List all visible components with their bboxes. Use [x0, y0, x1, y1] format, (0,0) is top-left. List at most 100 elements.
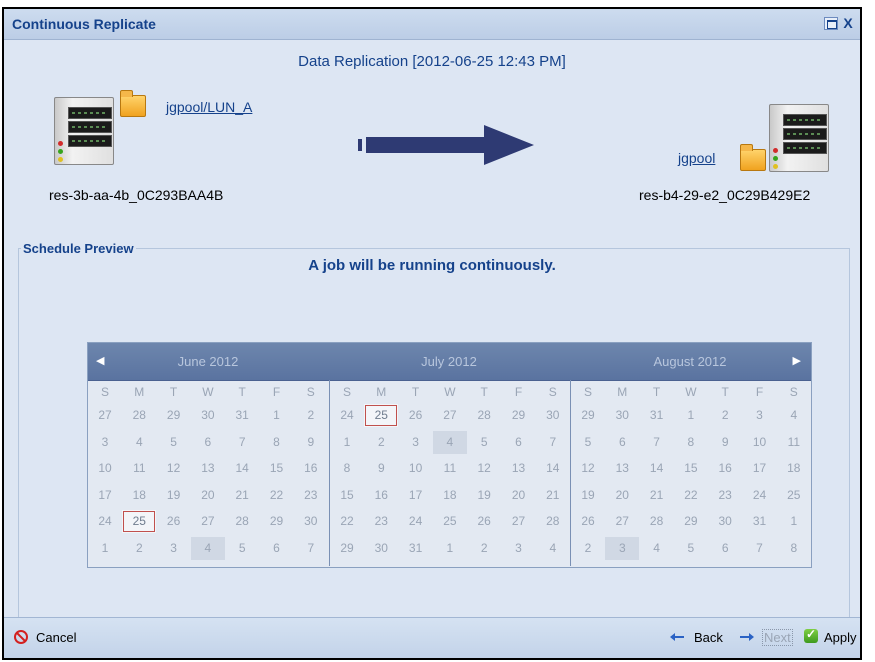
calendar-day[interactable]: 6 [605, 431, 639, 454]
calendar-day[interactable]: 28 [122, 404, 156, 427]
calendar-day[interactable]: 7 [743, 537, 777, 560]
apply-check-icon[interactable] [804, 627, 818, 643]
calendar-day[interactable]: 26 [157, 510, 191, 533]
calendar-day[interactable]: 4 [536, 537, 570, 560]
calendar-day[interactable]: 4 [777, 404, 811, 427]
calendar-day[interactable]: 29 [571, 404, 605, 427]
dialog-titlebar[interactable]: Continuous Replicate X [4, 9, 860, 40]
calendar-day[interactable]: 25 [122, 510, 157, 533]
calendar-day[interactable]: 19 [571, 484, 605, 507]
calendar-day[interactable]: 21 [536, 484, 570, 507]
calendar-day[interactable]: 25 [364, 404, 399, 427]
calendar-day[interactable]: 19 [467, 484, 501, 507]
calendar-day[interactable]: 27 [433, 404, 467, 427]
calendar-day[interactable]: 15 [674, 457, 708, 480]
calendar-day[interactable]: 6 [191, 431, 225, 454]
calendar-day[interactable]: 17 [88, 484, 122, 507]
calendar-day[interactable]: 13 [502, 457, 536, 480]
calendar-day[interactable]: 20 [502, 484, 536, 507]
calendar-day[interactable]: 7 [294, 537, 328, 560]
calendar-day[interactable]: 30 [364, 537, 398, 560]
calendar-day[interactable]: 20 [191, 484, 225, 507]
calendar-day[interactable]: 26 [399, 404, 433, 427]
calendar-day[interactable]: 12 [571, 457, 605, 480]
calendar-day[interactable]: 11 [777, 431, 811, 454]
calendar-day[interactable]: 25 [433, 510, 467, 533]
calendar-day[interactable]: 7 [536, 431, 570, 454]
calendar-day[interactable]: 28 [536, 510, 570, 533]
calendar-day[interactable]: 4 [190, 536, 225, 560]
calendar-day[interactable]: 15 [260, 457, 294, 480]
calendar-day[interactable]: 29 [674, 510, 708, 533]
calendar-day[interactable]: 22 [674, 484, 708, 507]
calendar-day[interactable]: 16 [364, 484, 398, 507]
calendar-day[interactable]: 29 [157, 404, 191, 427]
calendar-day[interactable]: 5 [674, 537, 708, 560]
calendar-day[interactable]: 6 [502, 431, 536, 454]
target-volume-link[interactable]: jgpool [678, 150, 715, 166]
calendar-day[interactable]: 8 [777, 537, 811, 560]
calendar-day[interactable]: 14 [640, 457, 674, 480]
calendar-day[interactable]: 24 [88, 510, 122, 533]
maximize-icon[interactable] [824, 17, 838, 30]
calendar-day[interactable]: 12 [157, 457, 191, 480]
calendar-day[interactable]: 3 [605, 536, 640, 560]
calendar-next-icon[interactable]: ▶ [793, 354, 801, 367]
calendar-day[interactable]: 11 [433, 457, 467, 480]
calendar-day[interactable]: 24 [330, 404, 364, 427]
calendar-day[interactable]: 23 [294, 484, 328, 507]
calendar-day[interactable]: 1 [777, 510, 811, 533]
apply-button[interactable]: Apply [824, 630, 857, 645]
calendar-day[interactable]: 1 [88, 537, 122, 560]
calendar-day[interactable]: 16 [708, 457, 742, 480]
calendar-day[interactable]: 8 [260, 431, 294, 454]
calendar-day[interactable]: 13 [191, 457, 225, 480]
calendar-day[interactable]: 5 [157, 431, 191, 454]
calendar-day[interactable]: 23 [708, 484, 742, 507]
calendar-day[interactable]: 26 [571, 510, 605, 533]
calendar-day[interactable]: 3 [88, 431, 122, 454]
calendar-day[interactable]: 22 [330, 510, 364, 533]
calendar-day[interactable]: 29 [330, 537, 364, 560]
calendar-day[interactable]: 2 [122, 537, 156, 560]
calendar-day[interactable]: 5 [467, 431, 501, 454]
calendar-day[interactable]: 1 [260, 404, 294, 427]
calendar-day[interactable]: 26 [467, 510, 501, 533]
calendar-day[interactable]: 29 [260, 510, 294, 533]
calendar-day[interactable]: 10 [399, 457, 433, 480]
calendar-day[interactable]: 9 [294, 431, 328, 454]
calendar-day[interactable]: 4 [122, 431, 156, 454]
calendar-day[interactable]: 22 [260, 484, 294, 507]
calendar-day[interactable]: 29 [502, 404, 536, 427]
calendar-day[interactable]: 28 [225, 510, 259, 533]
calendar-day[interactable]: 2 [571, 537, 605, 560]
calendar-day[interactable]: 15 [330, 484, 364, 507]
calendar-day[interactable]: 4 [432, 430, 467, 454]
calendar-day[interactable]: 27 [502, 510, 536, 533]
calendar-day[interactable]: 6 [708, 537, 742, 560]
calendar-day[interactable]: 25 [777, 484, 811, 507]
calendar-day[interactable]: 31 [743, 510, 777, 533]
calendar-day[interactable]: 17 [399, 484, 433, 507]
calendar-day[interactable]: 6 [260, 537, 294, 560]
calendar-day[interactable]: 21 [225, 484, 259, 507]
calendar-day[interactable]: 17 [743, 457, 777, 480]
calendar-day[interactable]: 24 [399, 510, 433, 533]
calendar-day[interactable]: 2 [708, 404, 742, 427]
calendar-day[interactable]: 28 [467, 404, 501, 427]
calendar-day[interactable]: 30 [708, 510, 742, 533]
calendar-day[interactable]: 31 [225, 404, 259, 427]
calendar-day[interactable]: 19 [157, 484, 191, 507]
calendar-day[interactable]: 16 [294, 457, 328, 480]
calendar-day[interactable]: 24 [743, 484, 777, 507]
calendar-day[interactable]: 30 [536, 404, 570, 427]
calendar-day[interactable]: 27 [605, 510, 639, 533]
calendar-day[interactable]: 8 [330, 457, 364, 480]
calendar-day[interactable]: 18 [433, 484, 467, 507]
calendar-day[interactable]: 10 [743, 431, 777, 454]
calendar-day[interactable]: 18 [777, 457, 811, 480]
calendar-day[interactable]: 3 [399, 431, 433, 454]
calendar-day[interactable]: 18 [122, 484, 156, 507]
calendar-day[interactable]: 5 [225, 537, 259, 560]
back-arrow-icon[interactable] [670, 633, 684, 641]
